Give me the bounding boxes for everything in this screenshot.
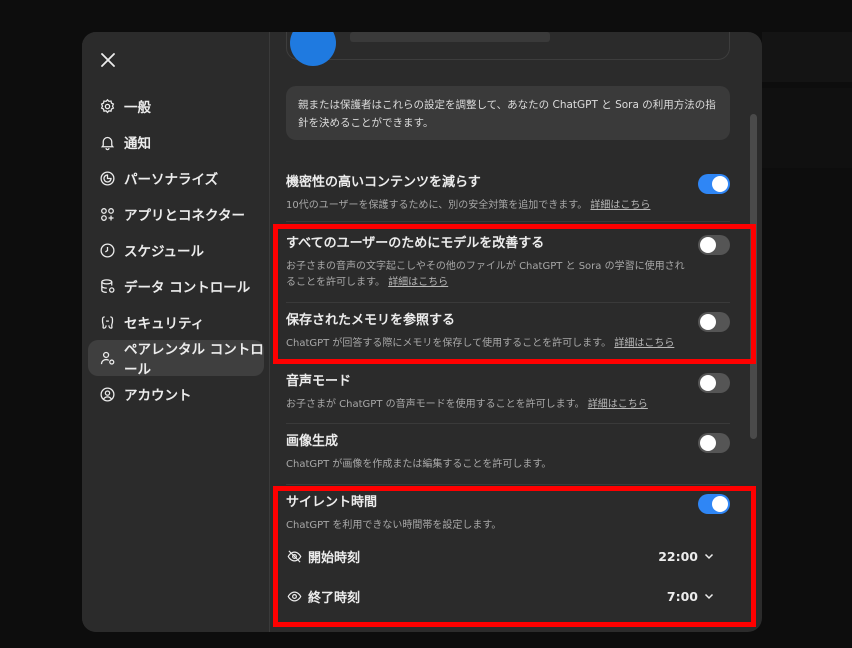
close-icon (101, 53, 115, 67)
setting-image-generation: 画像生成 ChatGPT が画像を作成または編集することを許可します。 (286, 433, 730, 473)
setting-description: お子さまが ChatGPT の音声モードを使用することを許可します。 詳細はこち… (286, 397, 691, 413)
setting-description: お子さまの音声の文字起こしやその他のファイルが ChatGPT と Sora の… (286, 259, 691, 291)
learn-more-link[interactable]: 詳細はこちら (588, 399, 648, 410)
setting-description: ChatGPT が回答する際にメモリを保存して使用することを許可します。 詳細は… (286, 336, 691, 352)
setting-desc-text: 10代のユーザーを保護するために、別の安全対策を追加できます。 (286, 200, 588, 211)
divider (286, 423, 730, 424)
info-text: 親または保護者はこれらの設定を調整して、あなたの ChatGPT と Sora … (298, 99, 716, 129)
avatar (290, 32, 336, 66)
settings-nav: 一般 通知 パーソナライズ アプリとコネクター スケジュール データ コントロー… (88, 88, 264, 412)
start-time-row: 開始時刻 22:00 (286, 546, 730, 566)
eye-off-icon (286, 548, 302, 564)
setting-voice-mode: 音声モード お子さまが ChatGPT の音声モードを使用することを許可します。… (286, 373, 730, 413)
sidebar-item-account[interactable]: アカウント (88, 376, 264, 412)
learn-more-link[interactable]: 詳細はこちら (590, 200, 650, 211)
divider (286, 221, 730, 222)
setting-description: ChatGPT を利用できない時間帯を設定します。 (286, 520, 502, 531)
divider (286, 302, 730, 303)
sidebar-item-data-controls[interactable]: データ コントロール (88, 268, 264, 304)
chevron-down-icon (704, 591, 714, 601)
sidebar-item-notifications[interactable]: 通知 (88, 124, 264, 160)
close-button[interactable] (98, 50, 118, 70)
end-time-value: 7:00 (666, 588, 698, 604)
start-time-label: 開始時刻 (308, 550, 361, 566)
shield-icon (99, 314, 116, 331)
sidebar-item-schedule[interactable]: スケジュール (88, 232, 264, 268)
bell-icon (99, 134, 116, 151)
profile-name-redacted (350, 32, 550, 42)
sensitive-content-toggle[interactable] (698, 174, 730, 194)
setting-quiet-hours: サイレント時間 ChatGPT を利用できない時間帯を設定します。 (286, 494, 730, 534)
improve-model-toggle[interactable] (698, 235, 730, 255)
setting-saved-memory: 保存されたメモリを参照する ChatGPT が回答する際にメモリを保存して使用す… (286, 312, 730, 352)
end-time-row: 終了時刻 7:00 (286, 586, 730, 606)
apps-icon (99, 206, 116, 223)
sidebar-item-security[interactable]: セキュリティ (88, 304, 264, 340)
background-panel (762, 88, 852, 168)
image-generation-toggle[interactable] (698, 433, 730, 453)
sidebar-item-label: データ コントロール (124, 280, 251, 296)
divider (286, 484, 730, 485)
sidebar-item-label: 一般 (124, 100, 151, 116)
sidebar-item-label: ペアレンタル コントロール (124, 342, 264, 378)
background-panel (762, 32, 852, 82)
voice-mode-toggle[interactable] (698, 373, 730, 393)
scrollbar[interactable] (750, 114, 757, 439)
learn-more-link[interactable]: 詳細はこちら (614, 338, 674, 349)
setting-improve-model: すべてのユーザーのためにモデルを改善する お子さまの音声の文字起こしやその他のフ… (286, 235, 730, 291)
clock-icon (99, 242, 116, 259)
info-box: 親または保護者はこれらの設定を調整して、あなたの ChatGPT と Sora … (286, 86, 730, 140)
sidebar-item-label: 通知 (124, 136, 151, 152)
setting-title: 保存されたメモリを参照する (286, 313, 456, 328)
sidebar-item-label: パーソナライズ (124, 172, 219, 188)
end-time-select[interactable]: 7:00 (667, 586, 714, 606)
start-time-value: 22:00 (658, 548, 698, 564)
setting-sensitive-content: 機密性の高いコンテンツを減らす 10代のユーザーを保護するために、別の安全対策を… (286, 174, 730, 214)
chevron-down-icon (704, 551, 714, 561)
sidebar-item-apps[interactable]: アプリとコネクター (88, 196, 264, 232)
setting-desc-text: お子さまが ChatGPT の音声モードを使用することを許可します。 (286, 399, 585, 410)
setting-title: 音声モード (286, 374, 352, 389)
parental-icon (99, 350, 116, 367)
sidebar-item-parental-controls[interactable]: ペアレンタル コントロール (88, 340, 264, 378)
settings-sidebar: 一般 通知 パーソナライズ アプリとコネクター スケジュール データ コントロー… (82, 32, 270, 632)
account-icon (99, 386, 116, 403)
sidebar-item-personalize[interactable]: パーソナライズ (88, 160, 264, 196)
eye-icon (286, 588, 302, 604)
setting-title: すべてのユーザーのためにモデルを改善する (286, 236, 545, 251)
setting-title: 画像生成 (286, 434, 339, 449)
learn-more-link[interactable]: 詳細はこちら (388, 277, 448, 288)
setting-description: 10代のユーザーを保護するために、別の安全対策を追加できます。 詳細はこちら (286, 198, 691, 214)
settings-dialog: 一般 通知 パーソナライズ アプリとコネクター スケジュール データ コントロー… (82, 32, 762, 632)
setting-title: サイレント時間 (286, 495, 378, 510)
sidebar-item-label: アプリとコネクター (124, 208, 245, 224)
end-time-label: 終了時刻 (308, 590, 361, 606)
sidebar-item-general[interactable]: 一般 (88, 88, 264, 124)
setting-description: ChatGPT が画像を作成または編集することを許可します。 (286, 459, 552, 470)
settings-content: 親または保護者はこれらの設定を調整して、あなたの ChatGPT と Sora … (270, 32, 762, 632)
gear-icon (99, 98, 116, 115)
divider (286, 362, 730, 363)
sidebar-item-label: アカウント (124, 388, 192, 404)
quiet-hours-toggle[interactable] (698, 494, 730, 514)
sidebar-item-label: セキュリティ (124, 316, 205, 332)
setting-title: 機密性の高いコンテンツを減らす (286, 175, 481, 190)
personalize-icon (99, 170, 116, 187)
saved-memory-toggle[interactable] (698, 312, 730, 332)
sidebar-item-label: スケジュール (124, 244, 205, 260)
start-time-select[interactable]: 22:00 (658, 546, 714, 566)
setting-desc-text: ChatGPT が回答する際にメモリを保存して使用することを許可します。 (286, 338, 612, 349)
database-icon (99, 278, 116, 295)
setting-desc-text: お子さまの音声の文字起こしやその他のファイルが ChatGPT と Sora の… (286, 261, 685, 288)
